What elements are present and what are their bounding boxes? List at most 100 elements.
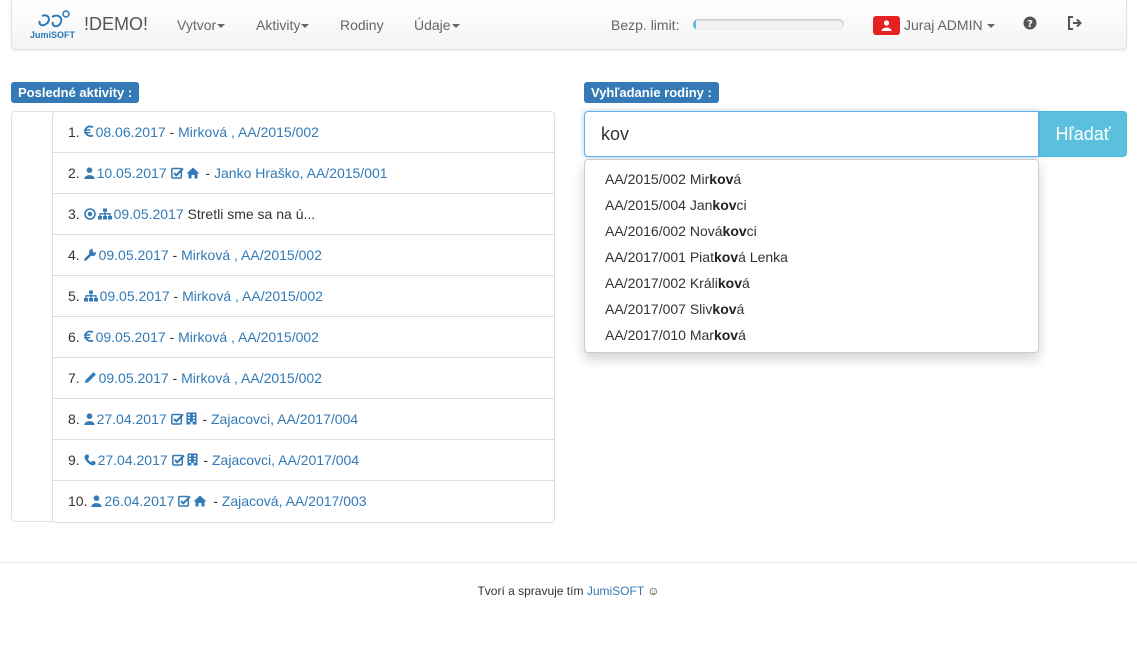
jumisoft-logo[interactable]: JumiSOFT [28,10,76,40]
footer-jumisoft-link[interactable]: JumiSOFT [587,584,644,598]
check-square-icon [178,482,192,522]
activity-number: 7. [68,370,84,386]
phone-icon [84,441,96,481]
caret-down-icon [217,24,226,29]
activity-row: 10. 26.04.2017 - Zajacová, AA/2017/003 [53,481,554,522]
search-suggestions: AA/2015/002 Mirková AA/2015/004 Jankovci A… [584,159,1039,353]
svg-text:?: ? [1027,19,1033,30]
check-square-icon [170,400,184,440]
activity-number: 5. [68,288,84,304]
activity-separator: - [169,288,183,304]
menu-vytvor[interactable]: Vytvor [177,17,226,33]
activity-date-link[interactable]: 09.05.2017 [114,206,184,222]
activity-number: 8. [68,411,84,427]
activity-row: 8. 27.04.2017 - Zajacovci, AA/2017/004 [53,399,554,440]
footer: Tvorí a spravuje tím JumiSOFT ☺ [0,584,1137,598]
building-icon [186,400,197,440]
activity-family-link[interactable]: Mirková , AA/2015/002 [181,247,322,263]
activities-panel: 1. 08.06.2017 - Mirková , AA/2015/002 2. … [11,111,555,523]
user-icon [91,482,103,522]
activity-family-link[interactable]: Mirková , AA/2015/002 [182,288,323,304]
suggestion-item[interactable]: AA/2017/010 Marková [585,322,1038,348]
user-menu[interactable]: Juraj ADMIN [904,17,996,33]
suggestion-match: kov [712,301,737,317]
question-circle-icon[interactable]: ? [1023,16,1039,32]
suggestion-prefix: AA/2017/001 Piat [605,249,714,265]
activity-number: 3. [68,206,84,222]
suggestion-item[interactable]: AA/2016/002 Novákovci [585,218,1038,244]
suggestion-item[interactable]: AA/2017/001 Piatková Lenka [585,244,1038,270]
activity-family-link[interactable]: Zajacová, AA/2017/003 [222,493,367,509]
suggestion-match: kov [712,197,737,213]
activity-number: 2. [68,165,84,181]
suggestion-suffix: á [741,275,750,291]
suggestion-item[interactable]: AA/2017/007 Slivková [585,296,1038,322]
suggestion-suffix: á [733,171,742,187]
suggestion-prefix: AA/2015/002 Mir [605,171,710,187]
suggestion-match: kov [713,249,739,265]
suggestion-suffix: á [736,301,745,317]
activity-date-link[interactable]: 08.06.2017 [96,124,166,140]
limit-label: Bezp. limit: [611,17,680,33]
activity-number: 6. [68,329,84,345]
family-search-input[interactable] [584,111,1039,157]
suggestion-item[interactable]: AA/2015/002 Mirková [585,166,1038,192]
building-icon [187,441,198,481]
suggestion-prefix: AA/2017/007 Sliv [605,301,713,317]
activity-row: 9. 27.04.2017 - Zajacovci, AA/2017/004 [53,440,554,481]
user-icon [83,154,95,194]
suggestion-match: kov [709,171,734,187]
pencil-icon [84,359,97,399]
activity-date-link[interactable]: 09.05.2017 [99,370,169,386]
sitemap-icon [83,277,98,317]
activity-date-link[interactable]: 09.05.2017 [100,288,170,304]
euro-icon [83,318,94,358]
activity-row: 5. 09.05.2017 - Mirková , AA/2015/002 [53,276,554,317]
sign-out-icon[interactable] [1067,16,1083,32]
home-icon [193,482,207,522]
wrench-icon [83,236,97,276]
activity-number: 4. [68,247,84,263]
activity-date-link[interactable]: 27.04.2017 [98,452,168,468]
activity-date-link[interactable]: 26.04.2017 [104,493,174,509]
activity-separator: - [168,247,182,263]
activity-separator: - [165,329,179,345]
smiley-icon: ☺ [647,584,660,598]
euro-icon [83,113,94,153]
menu-aktivity[interactable]: Aktivity [256,17,310,33]
activity-date-link[interactable]: 27.04.2017 [97,411,167,427]
search-button[interactable]: Hľadať [1039,111,1127,157]
menu-rodiny[interactable]: Rodiny [340,17,384,33]
user-icon[interactable] [873,16,900,35]
user-name: Juraj ADMIN [904,17,983,33]
activity-date-link[interactable]: 09.05.2017 [99,247,169,263]
menu-udaje[interactable]: Údaje [414,17,460,33]
footer-text: Tvorí a spravuje tím [477,584,587,598]
user-icon [83,400,95,440]
activity-family-link[interactable]: Mirková , AA/2015/002 [178,124,319,140]
activity-family-link[interactable]: Zajacovci, AA/2017/004 [211,411,358,427]
suggestion-match: kov [722,223,747,239]
activity-separator: - [209,493,222,509]
activity-family-link[interactable]: Zajacovci, AA/2017/004 [212,452,359,468]
activity-date-link[interactable]: 10.05.2017 [97,165,167,181]
brand-title[interactable]: !DEMO! [84,14,148,35]
activity-date-link[interactable]: 09.05.2017 [96,329,166,345]
check-square-icon [170,154,184,194]
suggestion-item[interactable]: AA/2015/004 Jankovci [585,192,1038,218]
activity-separator: - [198,411,211,427]
activity-family-link[interactable]: Janko Hraško, AA/2015/001 [214,165,388,181]
activity-family-link[interactable]: Mirková , AA/2015/002 [181,370,322,386]
activity-family-link[interactable]: Mirková , AA/2015/002 [178,329,319,345]
logo-text: JumiSOFT [30,30,76,40]
limit-progress-fill [693,19,697,30]
caret-down-icon [301,24,310,29]
activity-note: Stretli sme sa na ú... [187,206,316,222]
suggestion-item[interactable]: AA/2017/002 Králiková [585,270,1038,296]
footer-divider [0,562,1137,563]
caret-down-icon [451,24,460,29]
activity-number: 1. [68,124,84,140]
suggestion-match: kov [717,275,742,291]
dot-circle-icon [83,195,96,235]
suggestion-prefix: AA/2017/002 Králi [605,275,718,291]
